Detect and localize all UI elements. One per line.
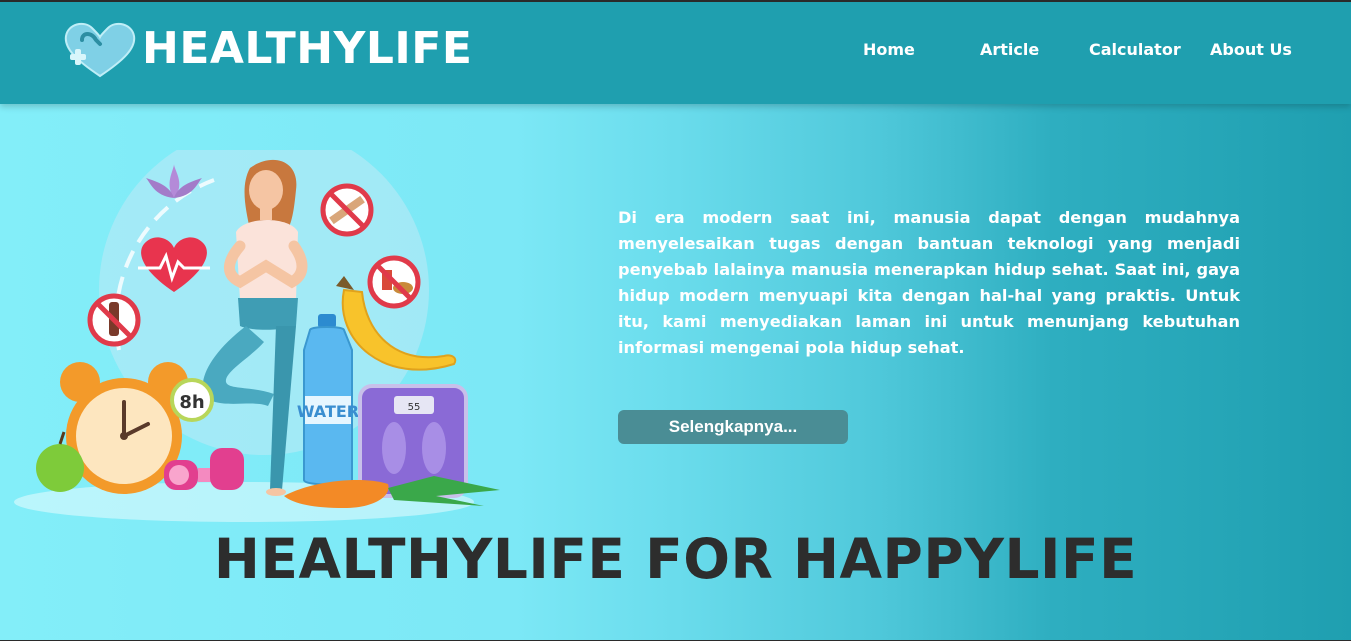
sleep-hours-badge: 8h (170, 378, 214, 422)
navbar: HEALTHYLIFE Home Article Calculator Abou… (0, 2, 1351, 104)
hero-description: Di era modern saat ini, manusia dapat de… (618, 208, 1240, 357)
bottle-label: WATER (297, 402, 359, 421)
nav-home[interactable]: Home (863, 40, 915, 59)
nav-article[interactable]: Article (980, 40, 1039, 59)
scale-readout: 55 (408, 402, 421, 413)
hero-tagline: HEALTHYLIFE FOR HAPPYLIFE (213, 527, 1138, 591)
sleep-hours-label: 8h (179, 392, 204, 413)
healthy-lifestyle-illustration: WATER 55 8h (14, 150, 500, 522)
no-fast-food-icon (367, 255, 421, 309)
brand[interactable]: HEALTHYLIFE (62, 18, 472, 80)
no-smoking-icon (320, 183, 374, 237)
heart-plus-logo-icon (64, 22, 136, 78)
no-alcohol-icon (87, 293, 141, 347)
nav-calculator[interactable]: Calculator (1089, 40, 1181, 59)
read-more-button[interactable]: Selengkapnya... (618, 410, 848, 444)
nav-about-us[interactable]: About Us (1210, 40, 1292, 59)
brand-name: HEALTHYLIFE (142, 23, 473, 74)
